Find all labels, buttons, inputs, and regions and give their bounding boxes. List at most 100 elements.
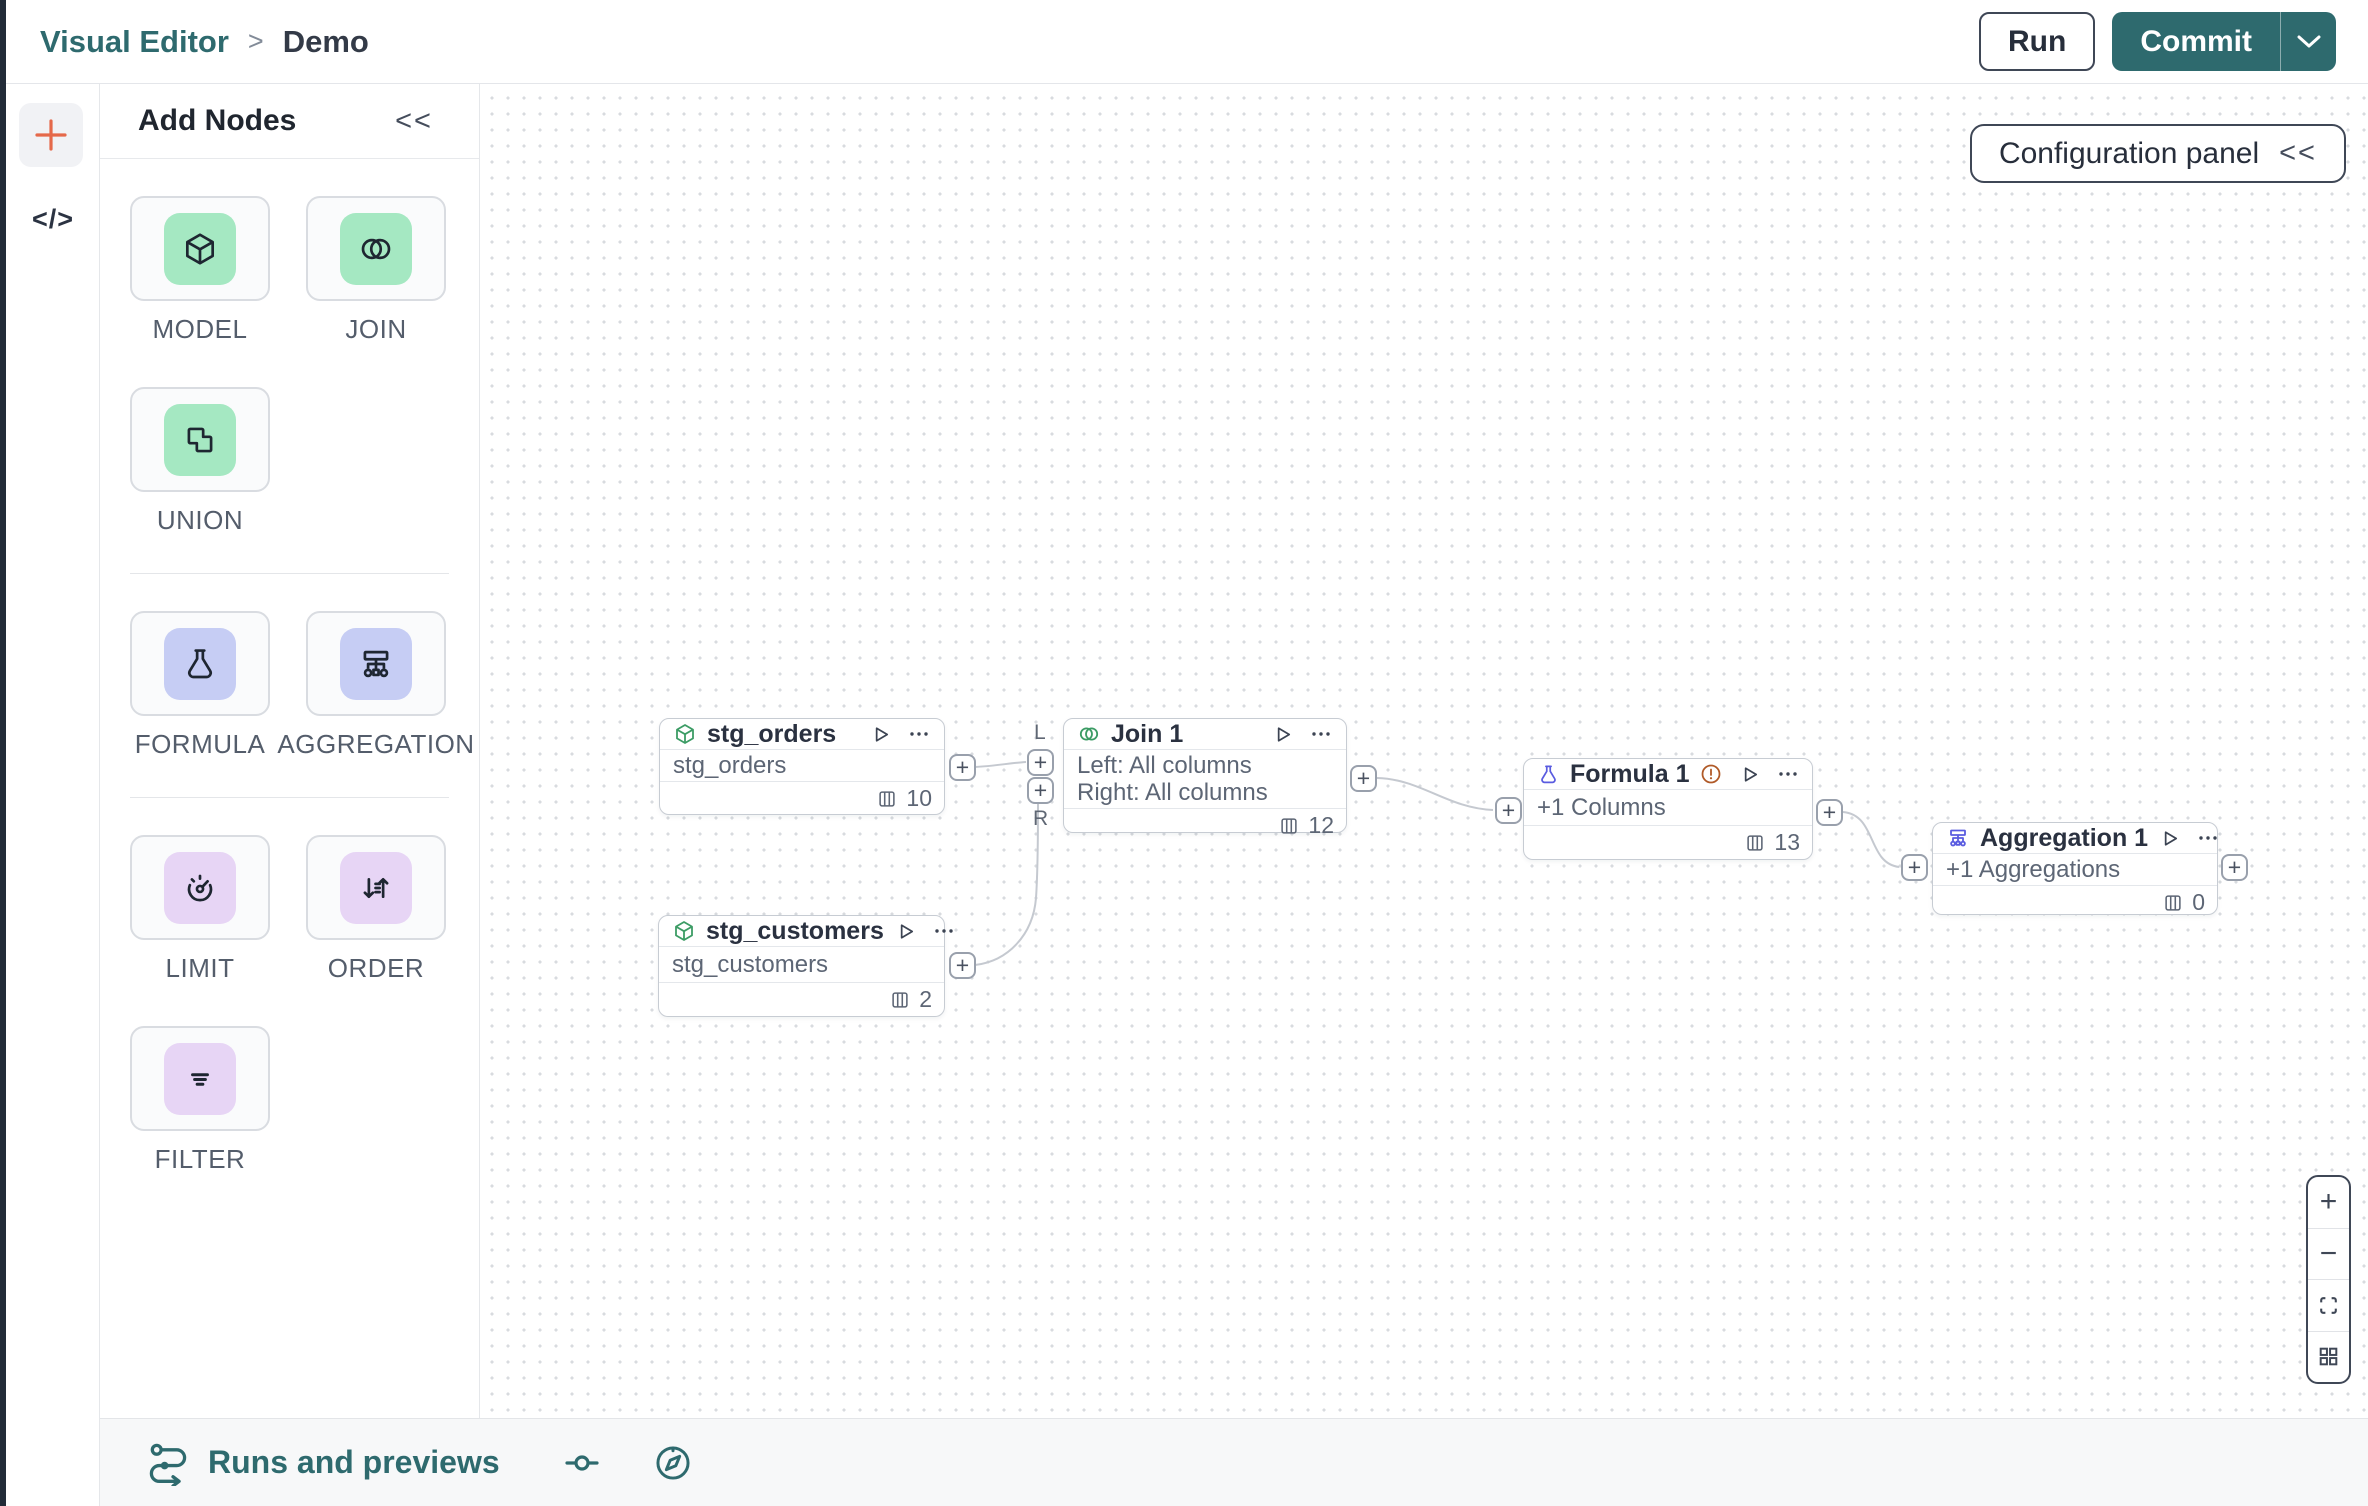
node-title: Formula 1 — [1570, 759, 1690, 788]
node-title: stg_orders — [707, 719, 837, 748]
node-title: Join 1 — [1111, 719, 1184, 748]
more-options-icon[interactable] — [1776, 762, 1800, 786]
node-footer: 2 — [659, 983, 944, 1016]
left-icon-rail: </> — [6, 84, 100, 1506]
performance-button[interactable] — [652, 1442, 694, 1484]
zoom-in-button[interactable]: + — [2308, 1177, 2349, 1229]
tile-filter[interactable]: FILTER — [130, 1026, 270, 1175]
port-aggregation-input[interactable]: + — [1901, 854, 1928, 881]
play-icon[interactable] — [2158, 827, 2181, 850]
node-footer: 10 — [660, 782, 944, 815]
node-footer: 13 — [1524, 826, 1812, 859]
top-bar: Visual Editor > Demo Run Commit — [6, 0, 2368, 84]
port-join-left-input[interactable]: + — [1027, 749, 1054, 776]
configuration-panel-button[interactable]: Configuration panel << — [1969, 124, 2346, 183]
pipeline-canvas[interactable]: Configuration panel << stg_orders stg_or… — [480, 84, 2368, 1418]
breadcrumb-separator: > — [247, 26, 264, 56]
runs-icon — [147, 1440, 191, 1486]
tile-limit[interactable]: LIMIT — [130, 835, 270, 984]
node-stg-orders[interactable]: stg_orders stg_orders 10 — [659, 718, 945, 815]
port-join-output[interactable]: + — [1350, 765, 1377, 792]
node-header: stg_orders — [660, 719, 944, 750]
tile-label: AGGREGATION — [277, 729, 475, 759]
runs-and-previews-toggle[interactable] — [147, 1440, 191, 1486]
fit-view-button[interactable] — [2308, 1280, 2349, 1332]
more-options-icon[interactable] — [907, 722, 931, 746]
plus-icon — [32, 116, 70, 154]
port-aggregation-output[interactable]: + — [2221, 854, 2248, 881]
node-join-1[interactable]: Join 1 Left: All columns Right: All colu… — [1063, 718, 1347, 838]
tile-aggregation[interactable]: AGGREGATION — [277, 611, 474, 760]
port-formula-output[interactable]: + — [1816, 799, 1843, 826]
topbar-actions: Run Commit — [1979, 12, 2336, 71]
cube-icon — [181, 230, 219, 268]
port-join-right-input[interactable]: + — [1027, 777, 1054, 804]
grid-view-button[interactable] — [2308, 1332, 2349, 1383]
commit-button[interactable]: Commit — [2112, 12, 2280, 71]
tile-label: FORMULA — [134, 729, 266, 759]
tile-group-sources: MODEL JOIN UNION — [130, 196, 449, 536]
port-stg-orders-output[interactable]: + — [949, 754, 976, 781]
columns-count: 2 — [919, 986, 932, 1012]
zoom-out-button[interactable]: − — [2308, 1229, 2349, 1280]
play-icon[interactable] — [1738, 763, 1761, 786]
commit-split-button: Commit — [2112, 12, 2336, 71]
tile-model[interactable]: MODEL — [130, 196, 270, 345]
breadcrumb-current-page: Demo — [282, 23, 369, 59]
cube-icon — [672, 919, 696, 943]
more-options-icon[interactable] — [1309, 722, 1333, 746]
port-stg-customers-output[interactable]: + — [949, 952, 976, 979]
edge-join-to-formula — [1376, 777, 1494, 811]
port-formula-input[interactable]: + — [1495, 797, 1522, 824]
play-icon[interactable] — [894, 920, 917, 943]
tile-order[interactable]: ORDER — [306, 835, 446, 984]
node-stg-customers[interactable]: stg_customers stg_customers 2 — [658, 915, 953, 1017]
tile-label: JOIN — [345, 314, 407, 344]
join-circles-icon — [357, 230, 395, 268]
commit-history-button[interactable] — [562, 1443, 602, 1483]
more-options-icon[interactable] — [2196, 826, 2220, 850]
columns-icon — [1744, 832, 1766, 854]
sort-arrows-icon — [357, 869, 395, 907]
code-view-rail-button[interactable]: </> — [6, 196, 100, 242]
play-icon[interactable] — [869, 723, 892, 746]
node-body: +1 Columns — [1524, 790, 1812, 826]
tile-union[interactable]: UNION — [130, 387, 270, 536]
port-label-right: R — [1033, 807, 1049, 830]
chevron-down-icon — [2297, 35, 2321, 49]
commit-dropdown-button[interactable] — [2280, 12, 2336, 71]
palette-divider — [130, 797, 449, 798]
join-circles-icon — [1077, 722, 1101, 746]
node-body: Left: All columns Right: All columns — [1064, 750, 1346, 809]
runs-and-previews-label[interactable]: Runs and previews — [208, 1444, 500, 1481]
gauge-icon — [181, 869, 219, 907]
add-nodes-title: Add Nodes — [138, 104, 297, 137]
node-aggregation-1[interactable]: Aggregation 1 +1 Aggregations 0 — [1932, 822, 2218, 915]
columns-icon — [889, 989, 911, 1011]
flask-icon — [1537, 763, 1560, 786]
breadcrumb-visual-editor[interactable]: Visual Editor — [40, 24, 229, 60]
add-nodes-rail-button[interactable] — [19, 103, 83, 167]
node-footer: 0 — [1933, 886, 2217, 919]
more-options-icon[interactable] — [932, 919, 956, 943]
warning-icon — [1699, 762, 1723, 786]
collapse-panel-button[interactable]: << — [395, 105, 433, 138]
columns-icon — [1278, 815, 1300, 837]
run-button[interactable]: Run — [1979, 12, 2096, 71]
tile-formula[interactable]: FORMULA — [130, 611, 270, 760]
tile-join[interactable]: JOIN — [306, 196, 446, 345]
compass-icon — [652, 1442, 694, 1484]
node-header: Join 1 — [1064, 719, 1346, 750]
node-body: stg_customers — [659, 947, 944, 983]
node-header: stg_customers — [659, 916, 953, 947]
add-nodes-panel: Add Nodes << MODEL JOIN UNION FORMULA AG… — [100, 84, 480, 1418]
node-formula-1[interactable]: Formula 1 +1 Columns 13 — [1523, 758, 1813, 860]
tile-label: UNION — [156, 505, 244, 535]
columns-icon — [876, 788, 898, 810]
visual-editor-window: Visual Editor > Demo Run Commit </> Add … — [0, 0, 2368, 1506]
columns-count: 0 — [2192, 889, 2205, 915]
play-icon[interactable] — [1271, 723, 1294, 746]
node-body: stg_orders — [660, 750, 944, 782]
node-body: +1 Aggregations — [1933, 854, 2217, 886]
git-commit-icon — [562, 1443, 602, 1483]
